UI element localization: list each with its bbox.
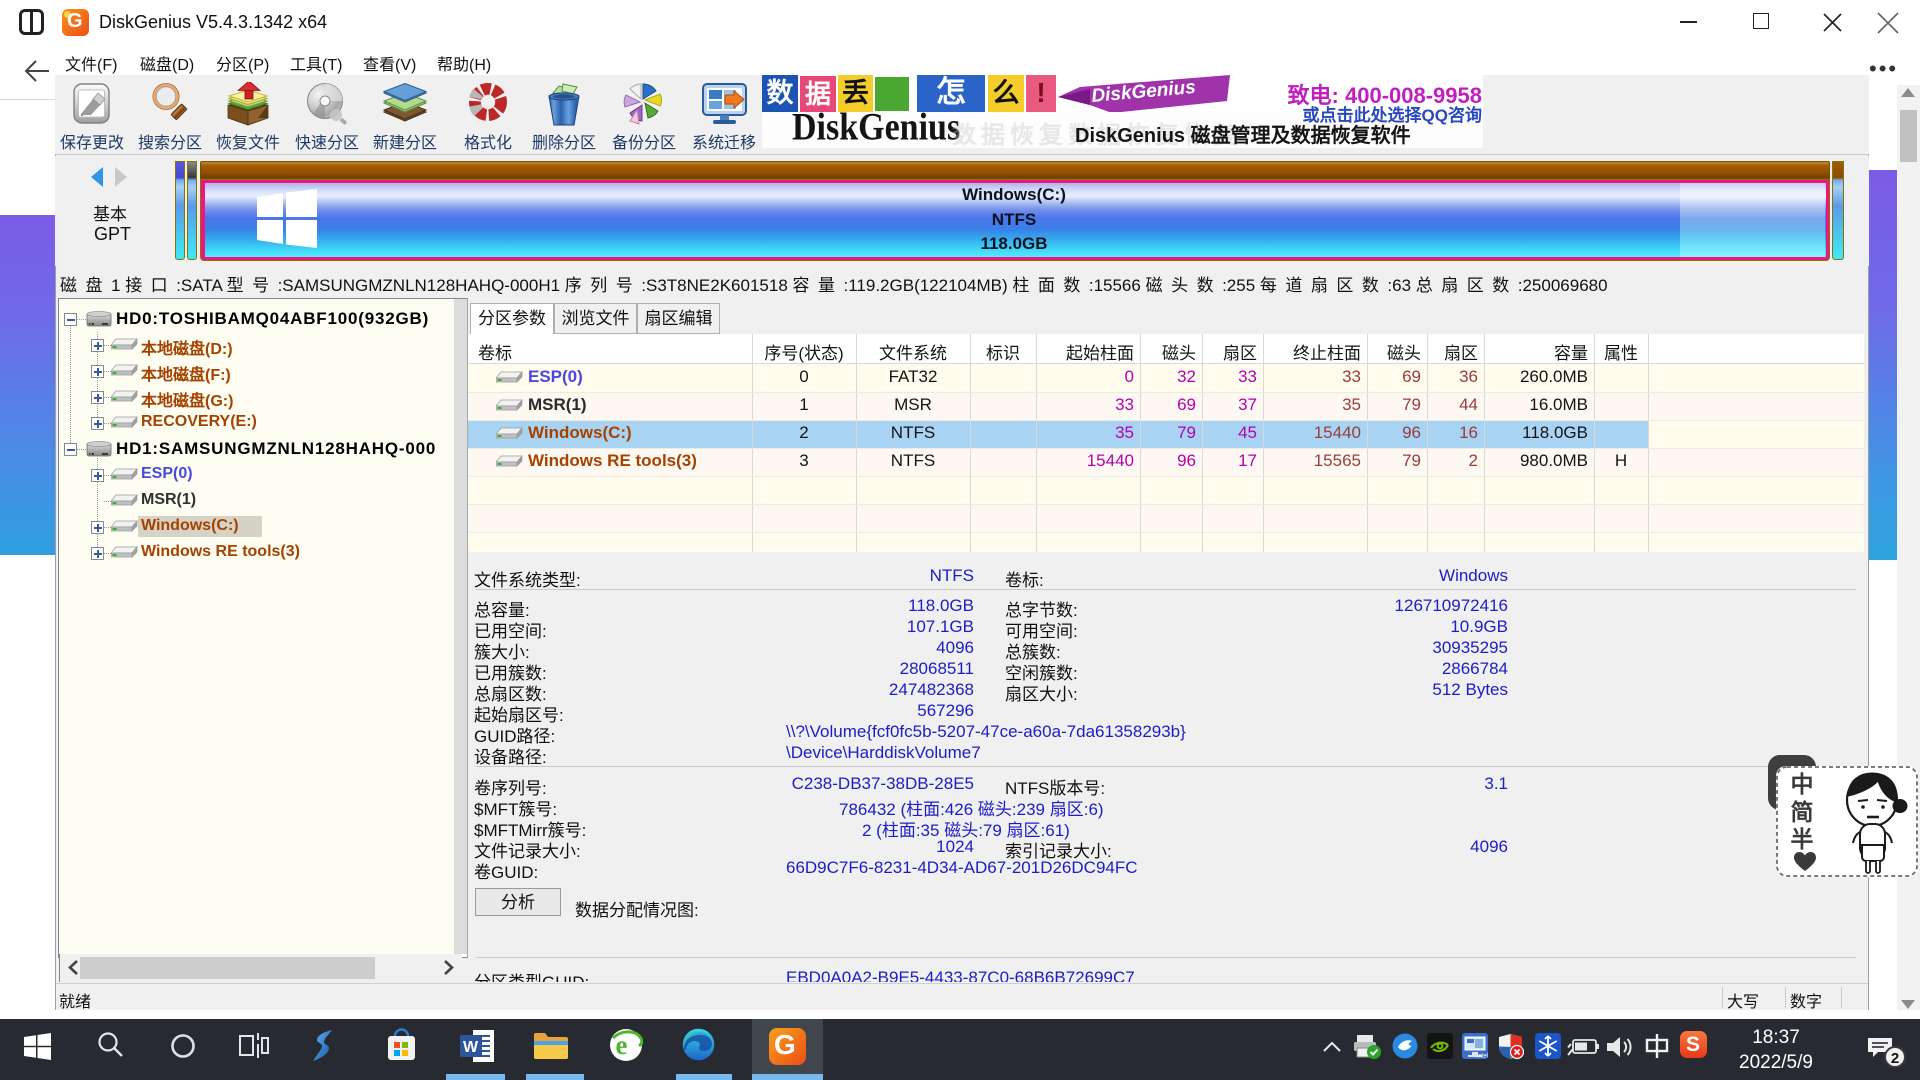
svg-text:intel: intel xyxy=(1477,1054,1488,1060)
svg-text:W: W xyxy=(463,1039,479,1056)
